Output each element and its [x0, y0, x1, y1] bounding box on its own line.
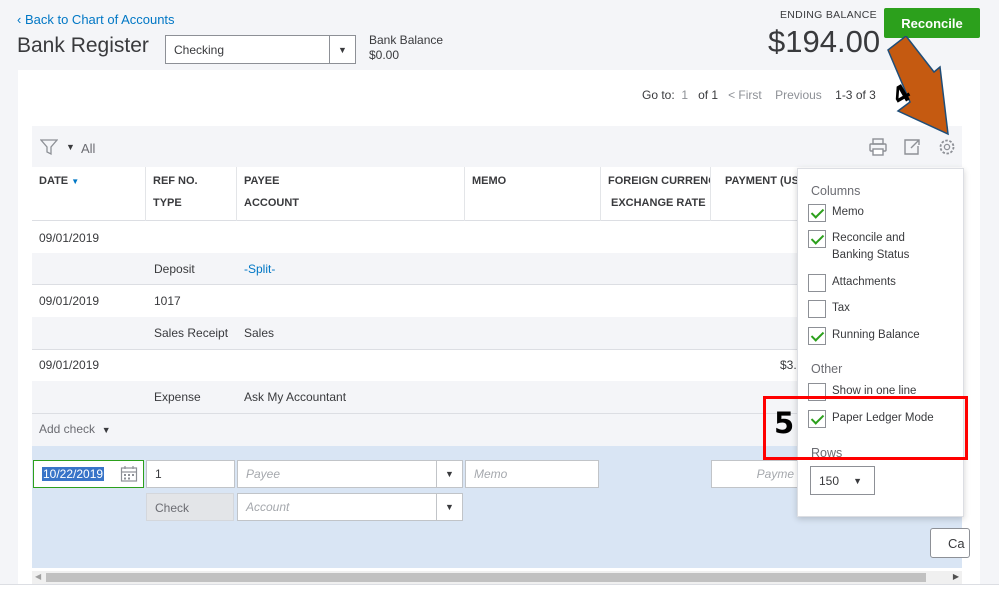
sort-down-icon: ▼: [71, 177, 80, 186]
of-pages: of 1: [698, 88, 719, 102]
running-balance-checkbox[interactable]: [808, 327, 826, 345]
column-type[interactable]: TYPE: [153, 197, 182, 209]
chevron-left-icon: ‹: [17, 12, 22, 27]
setting-label: Reconcile and Banking Status: [832, 232, 910, 261]
cancel-button[interactable]: Ca: [930, 528, 970, 558]
setting-label: Tax: [832, 302, 850, 314]
row-ref-no: 1017: [154, 294, 181, 308]
setting-tax[interactable]: Tax: [808, 300, 942, 318]
bottom-strip: [0, 584, 999, 598]
caret-down-icon: ▼: [101, 425, 111, 435]
caret-down-icon: ▼: [853, 476, 862, 486]
column-date[interactable]: DATE ▼: [39, 175, 79, 187]
account-select[interactable]: Checking ▼: [165, 35, 356, 64]
scroll-left-icon[interactable]: ◀: [35, 572, 41, 581]
scroll-right-icon[interactable]: ▶: [953, 572, 959, 581]
step-5-label: 5: [774, 406, 795, 440]
ref-no-input[interactable]: 1: [146, 460, 235, 488]
account-input[interactable]: Account ▼: [237, 493, 463, 521]
memo-checkbox[interactable]: [808, 204, 826, 222]
page-input[interactable]: 1: [681, 88, 688, 102]
column-payee[interactable]: PAYEE: [244, 175, 279, 187]
payment-input[interactable]: Payme: [711, 460, 798, 488]
type-field: Check: [146, 493, 234, 521]
tax-checkbox[interactable]: [808, 300, 826, 318]
column-account[interactable]: ACCOUNT: [244, 197, 299, 209]
caret-down-icon[interactable]: ▼: [66, 142, 75, 152]
row-account: Ask My Accountant: [244, 390, 347, 404]
setting-running-balance[interactable]: Running Balance: [808, 327, 942, 345]
bank-balance-label: Bank Balance: [369, 33, 444, 47]
setting-label: Memo: [832, 206, 864, 218]
row-date: 09/01/2019: [39, 294, 100, 308]
ending-balance-label: ENDING BALANCE: [780, 9, 877, 21]
memo-input[interactable]: Memo: [465, 460, 599, 488]
horizontal-scrollbar[interactable]: ◀ ▶: [32, 571, 962, 584]
attachments-checkbox[interactable]: [808, 274, 826, 292]
calendar-icon[interactable]: [120, 465, 138, 483]
other-section-title: Other: [811, 362, 843, 376]
payee-input[interactable]: Payee ▼: [237, 460, 463, 488]
row-date: 09/01/2019: [39, 358, 100, 372]
goto-label: Go to:: [642, 88, 675, 102]
setting-label: Running Balance: [832, 329, 920, 341]
first-page-link[interactable]: < First: [728, 88, 762, 102]
setting-label: Attachments: [832, 276, 896, 288]
row-account: Sales: [244, 326, 275, 340]
reconcile-button[interactable]: Reconcile: [884, 8, 980, 38]
register-toolbar: [32, 126, 962, 168]
back-to-chart-of-accounts-link[interactable]: ‹ Back to Chart of Accounts: [17, 12, 175, 27]
page-title: Bank Register: [17, 34, 149, 57]
add-check-dropdown[interactable]: Add check ▼: [39, 422, 111, 436]
column-exchange-rate[interactable]: EXCHANGE RATE: [611, 197, 706, 209]
filter-icon[interactable]: [40, 138, 58, 156]
chevron-down-icon[interactable]: ▼: [436, 494, 462, 520]
chevron-down-icon: ▼: [329, 36, 355, 63]
rows-select[interactable]: 150 ▼: [810, 466, 875, 495]
payee-placeholder: Payee: [246, 467, 281, 481]
date-value: 10/22/2019: [42, 467, 105, 481]
setting-memo[interactable]: Memo: [808, 204, 942, 222]
setting-attachments[interactable]: Attachments: [808, 274, 942, 292]
rows-select-value: 150: [819, 474, 840, 488]
row-account-split-link[interactable]: -Split-: [244, 262, 275, 276]
columns-section-title: Columns: [811, 184, 861, 198]
account-placeholder: Account: [246, 500, 290, 514]
step-4-arrow-icon: 4: [887, 36, 949, 136]
column-ref-no[interactable]: REF NO.: [153, 175, 198, 187]
date-input[interactable]: 10/22/2019: [33, 460, 144, 488]
row-type: Sales Receipt: [154, 326, 229, 340]
setting-reconcile-banking-status[interactable]: Reconcile and Banking Status: [808, 230, 942, 264]
row-payment: $3.: [780, 358, 797, 372]
column-foreign-currency[interactable]: FOREIGN CURRENCY: [608, 175, 711, 187]
account-select-value: Checking: [174, 43, 225, 57]
row-date: 09/01/2019: [39, 231, 100, 245]
reconcile-checkbox[interactable]: [808, 230, 826, 248]
back-link-label: Back to Chart of Accounts: [24, 12, 175, 27]
column-payment[interactable]: PAYMENT (USD): [725, 175, 797, 187]
filter-label[interactable]: All: [81, 141, 95, 156]
chevron-down-icon[interactable]: ▼: [436, 461, 462, 487]
row-type: Expense: [154, 390, 201, 404]
previous-page-link[interactable]: Previous: [775, 88, 822, 102]
row-type: Deposit: [154, 262, 195, 276]
bank-balance-value: $0.00: [369, 48, 400, 62]
scroll-thumb[interactable]: [46, 573, 926, 582]
column-memo[interactable]: MEMO: [472, 175, 506, 187]
